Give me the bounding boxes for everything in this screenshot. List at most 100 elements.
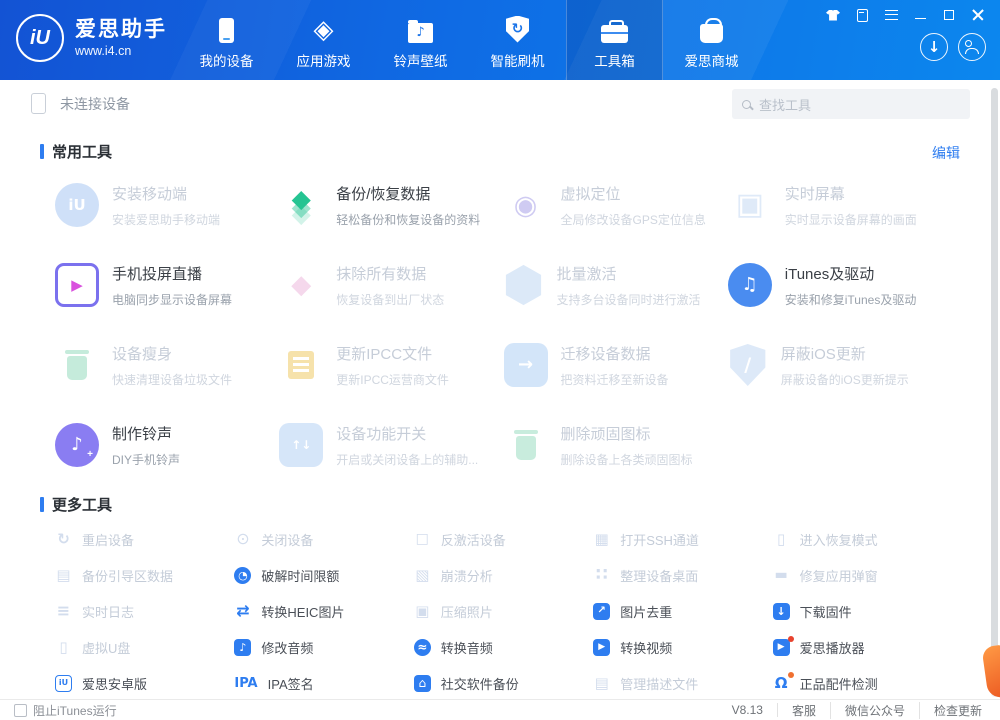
tool-boot-partition-backup[interactable]: ▤备份引导区数据 [55, 557, 234, 593]
tool-install-mobile[interactable]: iU安装移动端安装爱思助手移动端 [55, 165, 279, 245]
download-icon: ↓ [928, 40, 941, 55]
theme-icon[interactable] [825, 7, 841, 23]
support-link[interactable]: 客服 [778, 702, 831, 719]
phone-outline-icon [31, 93, 46, 114]
scrollbar-thumb[interactable] [991, 88, 998, 653]
tool-compress-photo[interactable]: ▣压缩照片 [414, 593, 593, 629]
tool-update-ipcc[interactable]: 更新IPCC文件更新IPCC运营商文件 [279, 325, 503, 405]
tool-label: 整理设备桌面 [620, 566, 698, 585]
tool-label: 转换HEIC图片 [261, 602, 344, 621]
tool-remove-stubborns-icon[interactable]: 删除顽固图标删除设备上各类顽固图标 [504, 405, 728, 485]
section-title-more: 更多工具 [52, 494, 112, 515]
install-mobile-icon: iU [55, 183, 99, 227]
tool-desc: 开启或关闭设备上的辅助... [336, 451, 478, 468]
minimize-button[interactable] [912, 7, 928, 23]
tool-search-input[interactable]: 查找工具 [732, 89, 970, 119]
tool-recovery-mode[interactable]: ▯进入恢复模式 [773, 521, 952, 557]
tool-itunes-driver[interactable]: ♫iTunes及驱动安装和修复iTunes及驱动 [728, 245, 952, 325]
tool-label: 管理描述文件 [620, 674, 698, 693]
tool-image-dedupe[interactable]: ↗图片去重 [593, 593, 772, 629]
download-manager-button[interactable]: ↓ [920, 33, 948, 61]
nav-smart-flash[interactable]: ↻智能刷机 [469, 0, 566, 80]
tool-manage-profiles[interactable]: ▤管理描述文件 [593, 665, 772, 701]
edit-link[interactable]: 编辑 [932, 143, 960, 163]
erase-data-icon: ◆ [279, 263, 323, 307]
more-tools-header: 更多工具 [40, 494, 112, 515]
nav-mall[interactable]: 爱思商城 [663, 0, 760, 80]
nav-my-device[interactable]: 我的设备 [178, 0, 275, 80]
block-itunes-checkbox[interactable]: 阻止iTunes运行 [14, 702, 117, 719]
tool-open-ssh[interactable]: ▦打开SSH通道 [593, 521, 772, 557]
tool-migrate-data[interactable]: → 迁移设备数据把资料迁移至新设备 [504, 325, 728, 405]
tool-label: 打开SSH通道 [620, 530, 699, 549]
tool-download-firmware[interactable]: ↓下载固件 [773, 593, 952, 629]
quick-actions: ↓ [825, 33, 986, 61]
tool-power-off[interactable]: ⊙关闭设备 [234, 521, 413, 557]
tool-label: 正品配件检测 [800, 674, 878, 693]
tool-desc: 恢复设备到出厂状态 [336, 291, 444, 308]
nav-apps-games[interactable]: ◈应用游戏 [275, 0, 372, 80]
tool-i4-player[interactable]: ▶爱思播放器 [773, 629, 952, 665]
convert-audio-icon: ≈ [414, 639, 431, 656]
wechat-official-link[interactable]: 微信公众号 [831, 702, 920, 719]
tool-time-limit-crack[interactable]: ◔破解时间限额 [234, 557, 413, 593]
nav-toolbox[interactable]: 工具箱 [566, 0, 663, 80]
tool-convert-audio[interactable]: ≈ 转换音频 [414, 629, 593, 665]
section-accent-bar [40, 497, 44, 512]
tool-block-ios-update[interactable]: /屏蔽iOS更新屏蔽设备的iOS更新提示 [728, 325, 952, 405]
close-button[interactable] [970, 7, 986, 23]
nav-ringtone-wallpaper[interactable]: ♪铃声壁纸 [372, 0, 469, 80]
status-bar: 阻止iTunes运行 V8.13 客服 微信公众号 检查更新 [0, 699, 1000, 720]
tool-title: 备份/恢复数据 [336, 183, 480, 204]
logo-text: 爱思助手 www.i4.cn [75, 18, 167, 57]
tool-device-slim[interactable]: 设备瘦身快速清理设备垃圾文件 [55, 325, 279, 405]
tool-arrange-desktop[interactable]: ∷ 整理设备桌面 [593, 557, 772, 593]
app-logo[interactable]: iU 爱思助手 www.i4.cn [16, 14, 167, 62]
tool-virtual-usb[interactable]: ▯虚拟U盘 [55, 629, 234, 665]
promo-corner-graphic[interactable] [981, 645, 1000, 699]
tool-accessory-check[interactable]: Ω正品配件检测 [773, 665, 952, 701]
tool-title: 制作铃声 [112, 423, 180, 444]
tool-convert-video[interactable]: ▶转换视频 [593, 629, 772, 665]
tool-desc: 安装爱思助手移动端 [112, 211, 220, 228]
app-header: iU 爱思助手 www.i4.cn 我的设备 ◈应用游戏♪铃声壁纸↻智能刷机工具箱… [0, 0, 1000, 80]
tool-edit-audio[interactable]: ♪修改音频 [234, 629, 413, 665]
tool-batch-activate[interactable]: 批量激活支持多台设备同时进行激活 [504, 245, 728, 325]
tool-label: 转换音频 [441, 638, 493, 657]
block-ios-update-icon: / [728, 344, 768, 386]
scrollbar[interactable] [991, 88, 998, 697]
check-update-link[interactable]: 检查更新 [920, 702, 986, 719]
tool-title: 迁移设备数据 [561, 343, 669, 364]
make-ringtone-icon: ♪+ [55, 423, 99, 467]
handbook-icon[interactable] [854, 7, 870, 23]
tool-crash-analysis[interactable]: ▧崩溃分析 [414, 557, 593, 593]
section-accent-bar [40, 144, 44, 159]
tool-fix-app-popup[interactable]: ▬修复应用弹窗 [773, 557, 952, 593]
remove-stubborn-icons-icon [504, 423, 548, 467]
tool-label: 崩溃分析 [441, 566, 493, 585]
tool-convert-heic[interactable]: ⇄转换HEIC图片 [234, 593, 413, 629]
tool-make-ringtone[interactable]: ♪+制作铃声DIY手机铃声 [55, 405, 279, 485]
tool-screen-mirror[interactable]: ▶手机投屏直播电脑同步显示设备屏幕 [55, 245, 279, 325]
tool-desc: 把资料迁移至新设备 [561, 371, 669, 388]
tool-restart-device[interactable]: ↻重启设备 [55, 521, 234, 557]
tool-realtime-log[interactable]: ≡实时日志 [55, 593, 234, 629]
maximize-button[interactable] [941, 7, 957, 23]
tool-erase-data[interactable]: ◆抹除所有数据恢复设备到出厂状态 [279, 245, 503, 325]
tool-desc: 轻松备份和恢复设备的资料 [336, 211, 480, 228]
arrange-desktop-icon: ∷ [593, 567, 610, 584]
tool-ipa-sign[interactable]: IPAIPA签名 [234, 665, 413, 701]
nav-label: 我的设备 [200, 50, 254, 70]
tool-backup-restore[interactable]: ◆备份/恢复数据轻松备份和恢复设备的资料 [279, 165, 503, 245]
tool-i4-android[interactable]: iU爱思安卓版 [55, 665, 234, 701]
migrate-data-icon: → [504, 343, 548, 387]
tool-deactivate-device[interactable]: □反激活设备 [414, 521, 593, 557]
tool-social-app-backup[interactable]: ⌂社交软件备份 [414, 665, 593, 701]
tool-realtime-screen[interactable]: ▣实时屏幕实时显示设备屏幕的画面 [728, 165, 952, 245]
tool-title: 设备瘦身 [112, 343, 232, 364]
tool-virtual-location[interactable]: ◉虚拟定位全局修改设备GPS定位信息 [504, 165, 728, 245]
menu-icon[interactable] [883, 7, 899, 23]
tool-device-feature-switch[interactable]: ↑↓设备功能开关开启或关闭设备上的辅助... [279, 405, 503, 485]
profile-button[interactable] [958, 33, 986, 61]
checkbox-icon[interactable] [14, 704, 27, 717]
